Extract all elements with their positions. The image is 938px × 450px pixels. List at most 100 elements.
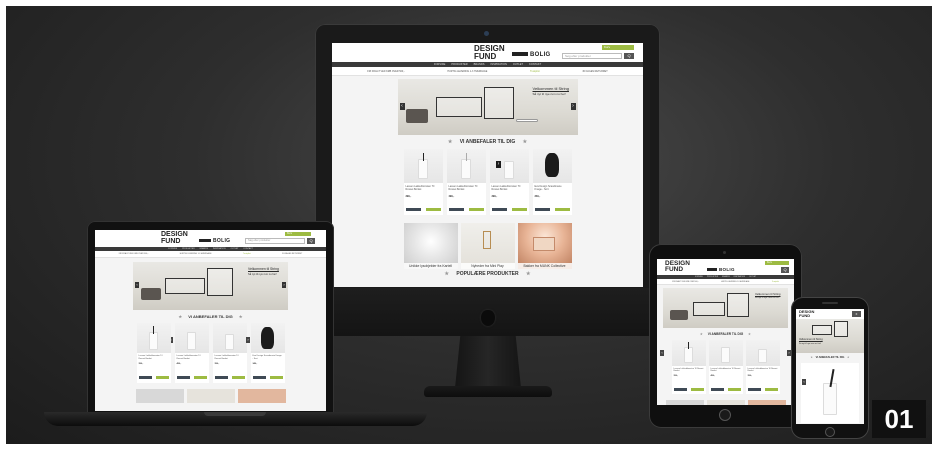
- laptop-lid: DESIGN FUND BOLIG Kurv Søg efter produkt…: [87, 221, 334, 414]
- product-card[interactable]: Lassen Lakkeblomsten Til Rosset Bordet 3…: [403, 149, 443, 215]
- nav-item[interactable]: INSPIRATION: [213, 248, 226, 250]
- add-to-cart-button[interactable]: [193, 376, 207, 379]
- category-tile[interactable]: Nyheder fra Mini Play: [460, 223, 515, 269]
- product-name: Lassen Lakkeblomsten Til Rosset Bordet: [405, 185, 435, 191]
- nav-item[interactable]: BRANDS: [200, 248, 208, 250]
- details-button[interactable]: [747, 388, 761, 391]
- hero-prev-arrow[interactable]: ‹: [135, 282, 139, 288]
- product-card[interactable]: Lassen Lakkeblomsten Til Rosset Bordet 3…: [489, 149, 529, 215]
- phone-home-button[interactable]: [825, 427, 835, 437]
- trustpilot-label[interactable]: Trustpilot: [530, 70, 540, 73]
- nav-item[interactable]: BRANDS: [474, 63, 485, 66]
- hero-shelf: [165, 278, 205, 294]
- add-to-cart-button[interactable]: [269, 376, 283, 379]
- product-card[interactable]: Lassen Lakkeblomsten Til Rosset Bordet 3…: [745, 340, 780, 394]
- product-card[interactable]: ‹: [801, 363, 859, 423]
- trustpilot-label[interactable]: Trustpilot: [243, 253, 251, 255]
- nav-item[interactable]: PRODUKTER: [451, 63, 467, 66]
- nav-item[interactable]: INSPIRATION: [490, 63, 506, 66]
- add-to-cart-button[interactable]: [690, 388, 704, 391]
- cart-button[interactable]: Kurv: [765, 261, 789, 265]
- product-card[interactable]: Eva Design Scandinavie Knage - Sort 349,…: [250, 323, 285, 383]
- nav-item[interactable]: OUTLET: [231, 248, 239, 250]
- product-card[interactable]: Lassen Lakkeblomsten Til Rosset Bordet 3…: [136, 323, 171, 383]
- grid-prev-arrow[interactable]: ‹: [802, 379, 806, 385]
- nav-item[interactable]: OUTLET: [513, 63, 523, 66]
- vase: [417, 159, 428, 179]
- product-card[interactable]: Lassen Lakkeblomsten Til Rosset Bordet 3…: [212, 323, 247, 383]
- usp-item: FRI FRAGT VED KØB OVER 500,-: [672, 280, 699, 283]
- search-button[interactable]: Q: [307, 238, 315, 244]
- site-logo[interactable]: DESIGN FUND: [161, 231, 188, 245]
- nav-item[interactable]: INSPIRATION: [734, 276, 745, 278]
- nav-item[interactable]: FORSIDE: [168, 248, 177, 250]
- nav-item[interactable]: BRANDS: [722, 276, 730, 278]
- product-card[interactable]: Lassen Lakkeblomsten Til Rosset Bordet 4…: [174, 323, 209, 383]
- details-button[interactable]: [405, 208, 421, 211]
- hero-next-arrow[interactable]: ›: [570, 103, 576, 110]
- add-to-cart-button[interactable]: [511, 208, 527, 211]
- nav-item[interactable]: FORSIDE: [695, 276, 703, 278]
- add-to-cart-button[interactable]: [425, 208, 441, 211]
- cart-button[interactable]: Kurv: [602, 45, 634, 50]
- add-to-cart-button[interactable]: [155, 376, 169, 379]
- details-button[interactable]: [710, 388, 724, 391]
- cart-label: Kurv: [287, 232, 293, 235]
- category-tile[interactable]: [665, 400, 704, 405]
- grid-next-arrow[interactable]: ›: [246, 337, 250, 343]
- nav-item[interactable]: KONTAKT: [529, 63, 541, 66]
- add-to-cart-button[interactable]: [727, 388, 741, 391]
- product-card[interactable]: Lassen Lakkeblomsten Til Rosset Bordet 4…: [708, 340, 743, 394]
- tablet-home-button[interactable]: [719, 409, 731, 421]
- add-to-cart-button[interactable]: [764, 388, 778, 391]
- details-button[interactable]: [534, 208, 550, 211]
- category-tile[interactable]: Bakker fra MUNK Collective: [517, 223, 572, 269]
- trustpilot-label[interactable]: Trustpilot: [772, 281, 779, 283]
- star-icon: ★: [178, 314, 183, 319]
- add-to-cart-button[interactable]: [554, 208, 570, 211]
- add-to-cart-button[interactable]: [231, 376, 245, 379]
- search-input[interactable]: Søg efter produkter: [562, 53, 622, 59]
- category-tile[interactable]: Unikke lysobjekter fra Kartell: [403, 223, 458, 269]
- nav-item[interactable]: OUTLET: [749, 276, 756, 278]
- site-logo[interactable]: DESIGN FUND: [474, 45, 505, 60]
- product-card[interactable]: Eva Design Scandinavie Knage - Sort 349,…: [532, 149, 572, 215]
- hero-prev-arrow[interactable]: ‹: [399, 103, 405, 110]
- nav-item[interactable]: PRODUKTER: [707, 276, 718, 278]
- menu-button[interactable]: ≡: [852, 311, 861, 317]
- category-tile[interactable]: [747, 400, 786, 405]
- category-tile[interactable]: [186, 389, 235, 403]
- details-button[interactable]: [176, 376, 190, 379]
- details-button[interactable]: [252, 376, 266, 379]
- details-button[interactable]: [673, 388, 687, 391]
- details-button[interactable]: [491, 208, 507, 211]
- nav-item[interactable]: KONTAKT: [244, 248, 253, 250]
- stick: [687, 342, 689, 349]
- product-price: 399,-: [214, 363, 220, 365]
- nav-item[interactable]: FORSIDE: [434, 63, 446, 66]
- site-logo[interactable]: DESIGN FUND: [799, 310, 814, 318]
- nav-item[interactable]: PRODUKTER: [182, 248, 195, 250]
- product-card[interactable]: Lassen Lakkeblomsten Til Rosset Bordet 4…: [446, 149, 486, 215]
- hero-chair: [670, 310, 688, 320]
- search-button[interactable]: Q: [624, 53, 634, 59]
- add-to-cart-button[interactable]: [468, 208, 484, 211]
- category-tile[interactable]: [706, 400, 745, 405]
- vase: [186, 332, 196, 350]
- product-card[interactable]: Lassen Lakkeblomsten Til Rosset Bordet 3…: [671, 340, 706, 394]
- grid-prev-arrow[interactable]: ‹: [660, 350, 664, 356]
- site-logo[interactable]: DESIGN FUND: [665, 260, 690, 273]
- category-tile[interactable]: [237, 389, 286, 403]
- category-tile[interactable]: [135, 389, 184, 403]
- hero-next-arrow[interactable]: ›: [282, 282, 286, 288]
- details-button[interactable]: [214, 376, 228, 379]
- details-button[interactable]: [448, 208, 464, 211]
- grid-next-arrow[interactable]: ›: [496, 161, 501, 168]
- section-popular-label: POPULÆRE PRODUKTER: [456, 271, 519, 277]
- usp-item: 30 DAGES RETURRET: [582, 69, 608, 73]
- search-button[interactable]: Q: [781, 267, 789, 273]
- search-input[interactable]: Søg efter produkter: [245, 238, 305, 244]
- details-button[interactable]: [138, 376, 152, 379]
- usp-item: 30 DAGES RETURRET: [282, 253, 303, 255]
- cart-button[interactable]: Kurv: [285, 232, 311, 236]
